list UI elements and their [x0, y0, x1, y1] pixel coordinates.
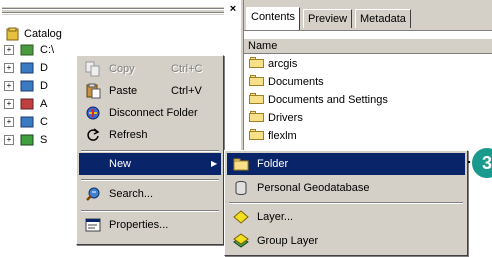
list-item[interactable]: Documents and Settings [249, 92, 388, 108]
expand-icon[interactable]: + [4, 63, 14, 73]
list-item-label: Documents [268, 76, 324, 88]
geodatabase-icon [233, 180, 249, 196]
menu-item-label: Properties... [109, 219, 169, 231]
menu-separator [81, 179, 219, 181]
tab-metadata[interactable]: Metadata [355, 9, 411, 28]
group-layer-icon [233, 233, 249, 249]
menu-item-label: Search... [109, 188, 154, 200]
tab-label: Metadata [360, 13, 406, 25]
list-item[interactable]: Documents [249, 74, 324, 90]
menu-item-label: Group Layer [257, 235, 319, 247]
column-header-name[interactable]: Name [244, 38, 492, 54]
menu-separator [81, 150, 219, 152]
tree-item[interactable]: + A [4, 96, 48, 112]
folder-icon [249, 111, 265, 122]
expand-icon[interactable]: + [4, 117, 14, 127]
disconnect-icon [85, 105, 101, 121]
tree-item-label: D [40, 62, 48, 74]
list-item[interactable]: flexlm [249, 128, 297, 144]
shortcut-label: Ctrl+C [171, 63, 203, 75]
folder-icon [249, 93, 265, 104]
menu-item-label: Paste [109, 85, 138, 97]
connection-icon [20, 43, 34, 56]
pane-grip[interactable] [2, 7, 224, 15]
list-item-label: flexlm [268, 130, 297, 142]
tree-item[interactable]: + S [4, 132, 48, 148]
folder-icon [249, 129, 265, 140]
connection-icon [20, 133, 34, 146]
tree-item[interactable]: + D [4, 78, 48, 94]
tree-item-label: Catalog [24, 28, 62, 40]
tab-label: Preview [308, 13, 348, 25]
menu-item-label: New [109, 158, 132, 170]
new-submenu: Folder Personal Geodatabase Layer... Gro… [224, 150, 468, 256]
connection-icon [20, 61, 34, 74]
tree-item-catalog[interactable]: Catalog [6, 26, 62, 42]
catalog-icon [6, 27, 20, 41]
folder-icon [233, 156, 249, 172]
submenu-arrow-icon: ▶ [211, 159, 218, 168]
list-item-label: Documents and Settings [268, 94, 388, 106]
context-menu: Copy Ctrl+C Paste Ctrl+V Disconnect Fold… [76, 55, 224, 245]
tree-item[interactable]: + D [4, 60, 48, 76]
menu-item-refresh[interactable]: Refresh [79, 124, 221, 146]
tab-contents[interactable]: Contents [246, 7, 301, 30]
close-pane-icon[interactable]: × [227, 2, 239, 16]
copy-icon [85, 61, 101, 77]
menu-item-layer[interactable]: Layer... [227, 206, 465, 228]
menu-item-label: Folder [257, 158, 289, 170]
menu-separator [81, 210, 219, 212]
tree-item-label: D [40, 80, 48, 92]
tree-item-label: A [40, 98, 48, 110]
list-item[interactable]: arcgis [249, 56, 297, 72]
list-item[interactable]: Drivers [249, 110, 303, 126]
menu-item-new[interactable]: New ▶ [79, 153, 221, 175]
layer-icon [233, 209, 249, 225]
paste-icon [85, 83, 101, 99]
menu-item-disconnect-folder[interactable]: Disconnect Folder [79, 102, 221, 124]
menu-separator [229, 202, 463, 204]
menu-item-copy[interactable]: Copy Ctrl+C [79, 58, 221, 80]
tab-label: Contents [251, 11, 296, 23]
menu-item-search[interactable]: Search... [79, 183, 221, 205]
expand-icon[interactable]: + [4, 99, 14, 109]
connection-icon [20, 79, 34, 92]
menu-item-label: Disconnect Folder [109, 107, 198, 119]
expand-icon[interactable]: + [4, 45, 14, 55]
expand-icon[interactable]: + [4, 81, 14, 91]
list-item-label: arcgis [268, 58, 298, 70]
menu-item-label: Layer... [257, 211, 294, 223]
menu-item-label: Personal Geodatabase [257, 182, 370, 194]
list-item-label: Drivers [268, 112, 303, 124]
tab-preview[interactable]: Preview [303, 9, 353, 28]
tree-item-label: C:\ [40, 44, 55, 56]
refresh-icon [85, 127, 101, 143]
tree-item[interactable]: + C [4, 114, 48, 130]
column-header-label: Name [248, 40, 278, 52]
expand-icon[interactable]: + [4, 135, 14, 145]
shortcut-label: Ctrl+V [171, 85, 202, 97]
connection-icon [20, 115, 34, 128]
tree-item-label: S [40, 134, 48, 146]
menu-item-personal-geodatabase[interactable]: Personal Geodatabase [227, 177, 465, 199]
menu-item-label: Copy [109, 63, 135, 75]
menu-item-group-layer[interactable]: Group Layer [227, 230, 465, 252]
menu-item-label: Refresh [109, 129, 148, 141]
menu-item-properties[interactable]: Properties... [79, 214, 221, 236]
connection-icon [20, 97, 34, 110]
properties-icon [85, 217, 101, 233]
folder-icon [249, 57, 265, 68]
tree-item-label: C [40, 116, 48, 128]
search-icon [85, 186, 101, 202]
folder-icon [249, 75, 265, 86]
menu-item-paste[interactable]: Paste Ctrl+V [79, 80, 221, 102]
menu-item-folder[interactable]: Folder [227, 153, 465, 175]
tree-item[interactable]: + C:\ [4, 42, 55, 58]
callout-number: 3 [481, 153, 492, 173]
